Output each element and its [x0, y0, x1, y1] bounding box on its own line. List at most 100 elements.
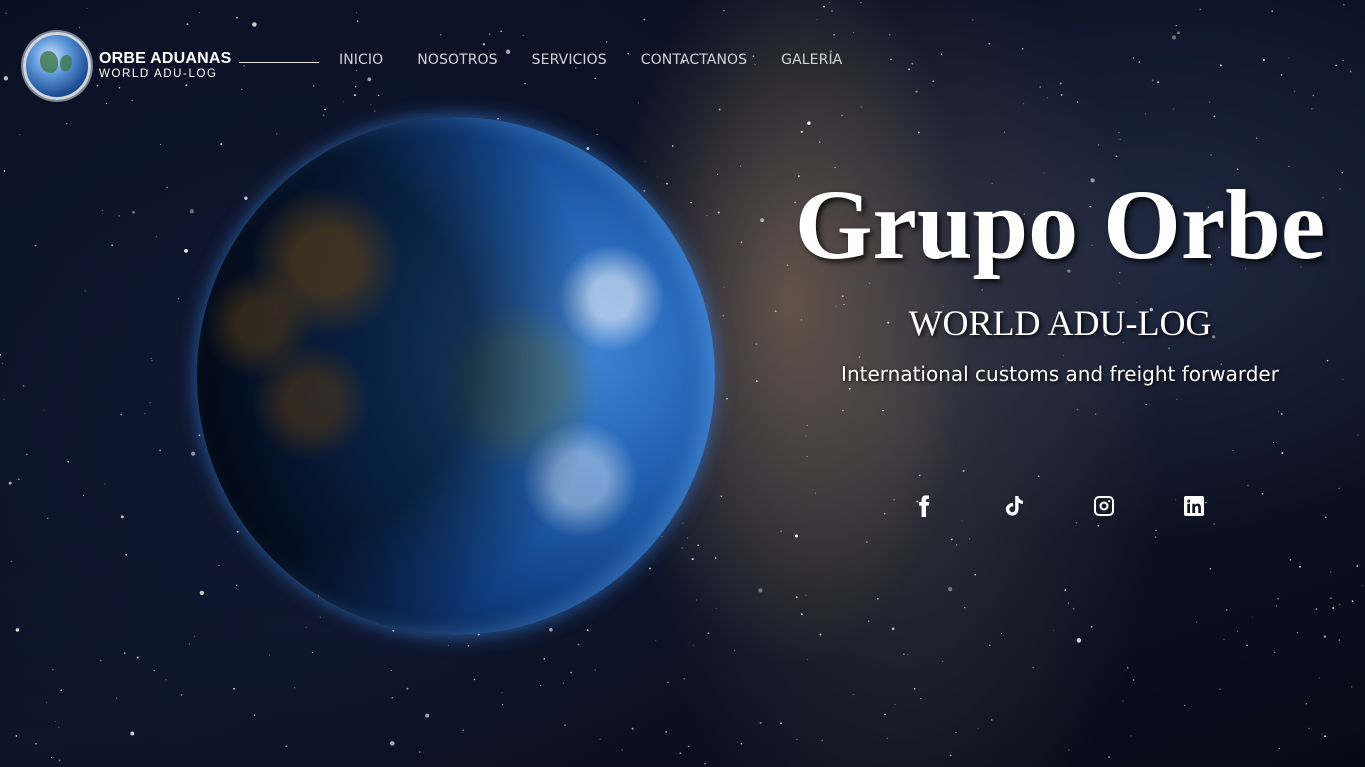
- star: [841, 114, 843, 117]
- star: [907, 654, 909, 656]
- star: [101, 209, 103, 211]
- facebook-link[interactable]: [910, 492, 938, 520]
- star: [759, 721, 762, 724]
- nav-active-indicator: [239, 62, 319, 63]
- star: [704, 763, 706, 765]
- star: [890, 58, 892, 61]
- star: [324, 108, 326, 111]
- star: [1338, 487, 1340, 490]
- nav-item-inicio[interactable]: INICIO: [339, 52, 383, 68]
- nav-item-servicios[interactable]: SERVICIOS: [532, 52, 607, 68]
- star: [697, 544, 700, 547]
- star: [972, 19, 974, 21]
- star: [3, 76, 9, 81]
- star: [305, 626, 307, 628]
- star: [1037, 475, 1040, 478]
- linkedin-link[interactable]: [1180, 492, 1208, 520]
- star: [893, 498, 895, 501]
- star: [687, 745, 690, 748]
- star: [160, 143, 162, 146]
- star: [682, 523, 684, 525]
- star: [1324, 516, 1327, 519]
- star: [390, 669, 392, 671]
- star: [1130, 735, 1132, 737]
- star: [1324, 735, 1326, 738]
- star: [1361, 585, 1363, 587]
- hero-subtitle: WORLD ADU-LOG: [908, 303, 1212, 343]
- star: [1090, 625, 1093, 628]
- star: [244, 196, 248, 200]
- star: [816, 19, 818, 21]
- star: [153, 670, 155, 672]
- star: [949, 754, 952, 757]
- star: [46, 702, 48, 704]
- star: [1236, 630, 1239, 632]
- star: [1289, 558, 1292, 561]
- star: [34, 244, 37, 247]
- star: [1299, 565, 1301, 568]
- star: [805, 594, 807, 596]
- main-nav: INICIO NOSOTROS SERVICIOS CONTACTANOS GA…: [339, 52, 876, 68]
- star: [2, 363, 4, 365]
- brand-text: ORBE ADUANAS WORLD ADU-LOG: [99, 51, 231, 81]
- star: [84, 290, 86, 292]
- star: [594, 669, 596, 671]
- star: [488, 33, 491, 36]
- instagram-icon: [1094, 496, 1114, 516]
- star: [800, 130, 803, 133]
- star: [815, 492, 817, 494]
- linkedin-icon: [1184, 496, 1204, 516]
- nav-item-galeria[interactable]: GALERÍA: [781, 52, 842, 68]
- star: [252, 22, 257, 27]
- star: [235, 584, 238, 587]
- star: [932, 80, 934, 82]
- star: [189, 209, 194, 214]
- star: [649, 567, 651, 570]
- star: [184, 248, 188, 253]
- star: [884, 713, 886, 716]
- star: [877, 598, 879, 600]
- star: [1059, 82, 1062, 85]
- nav-item-nosotros[interactable]: NOSOTROS: [417, 52, 497, 68]
- star: [1132, 679, 1135, 681]
- nav-item-contactanos[interactable]: CONTACTANOS: [641, 52, 747, 68]
- hero-section: ORBE ADUANAS WORLD ADU-LOG INICIO NOSOTR…: [0, 0, 1365, 767]
- star: [177, 298, 180, 300]
- star: [834, 166, 836, 169]
- hero-title: Grupo Orbe: [794, 169, 1326, 280]
- star: [473, 678, 476, 681]
- star: [3, 398, 5, 401]
- star: [882, 409, 884, 412]
- tiktok-link[interactable]: [1000, 492, 1028, 520]
- star: [105, 102, 107, 105]
- star: [1219, 688, 1221, 690]
- star: [1039, 86, 1041, 88]
- brand-logo[interactable]: ORBE ADUANAS WORLD ADU-LOG: [23, 32, 231, 100]
- star: [1126, 667, 1129, 669]
- star: [522, 35, 524, 37]
- star: [99, 659, 102, 662]
- star: [1342, 59, 1344, 62]
- star: [1196, 621, 1198, 623]
- star: [718, 108, 721, 111]
- star: [586, 629, 589, 632]
- star: [991, 719, 993, 721]
- star: [1210, 154, 1212, 156]
- star: [655, 640, 657, 642]
- star: [1294, 90, 1296, 92]
- star: [367, 77, 372, 82]
- instagram-link[interactable]: [1090, 492, 1118, 520]
- star: [665, 731, 667, 733]
- star: [124, 652, 126, 654]
- star: [596, 133, 598, 135]
- star: [780, 722, 782, 724]
- star: [1277, 597, 1279, 600]
- star: [188, 643, 190, 645]
- star: [908, 68, 911, 71]
- star: [1223, 639, 1225, 641]
- star: [720, 495, 723, 498]
- star: [1274, 651, 1275, 653]
- star: [823, 5, 826, 8]
- star: [467, 645, 470, 647]
- star: [500, 30, 503, 33]
